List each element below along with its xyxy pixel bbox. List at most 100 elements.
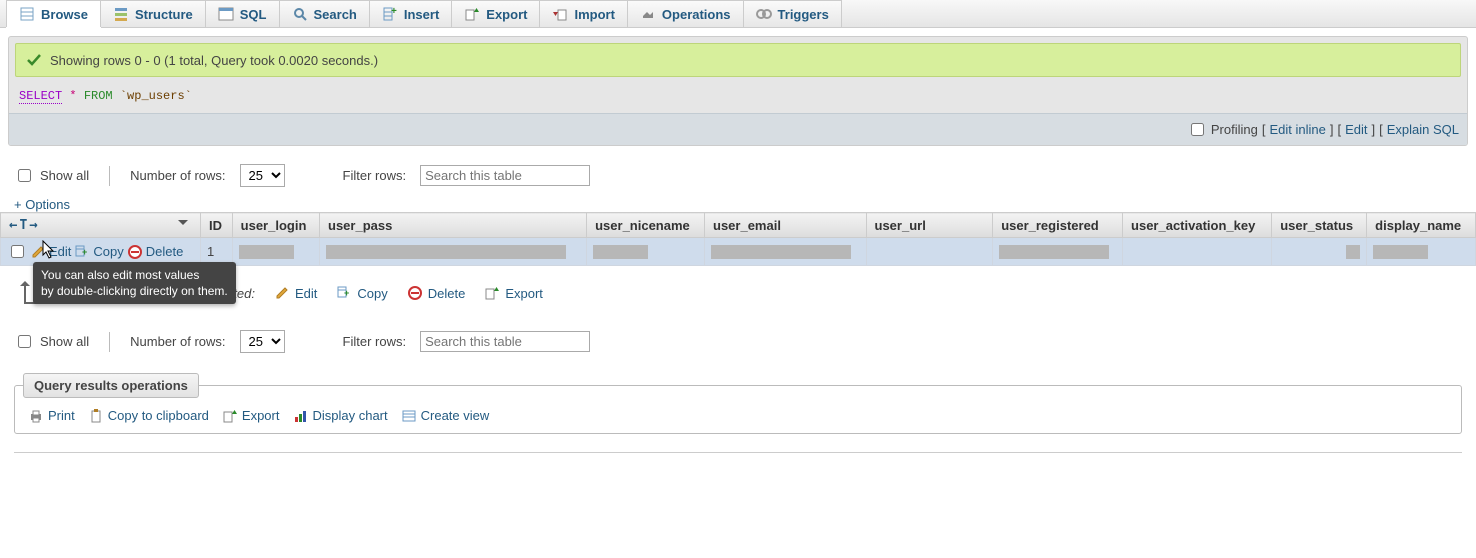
row-copy-link[interactable]: + Copy [75, 244, 123, 259]
insert-icon: + [382, 6, 398, 22]
cell-user_status[interactable] [1272, 238, 1367, 266]
top-tab-bar: Browse Structure SQL Search + Insert Exp… [0, 0, 1476, 28]
sort-indicator-icon[interactable] [178, 220, 188, 230]
bulk-export-link[interactable]: Export [485, 286, 543, 301]
view-icon [402, 409, 416, 423]
edit-inline-link[interactable]: Edit inline [1269, 122, 1325, 137]
row-copy-label: Copy [93, 244, 123, 259]
tooltip-line1: You can also edit most values [41, 268, 199, 282]
tab-operations[interactable]: Operations [627, 0, 744, 27]
show-all-toggle[interactable]: Show all [14, 166, 89, 185]
export-link[interactable]: Export [223, 408, 280, 423]
table-row[interactable]: Edit + Copy Delete [1, 238, 1476, 266]
export-icon [485, 286, 499, 300]
query-result-panel: Showing rows 0 - 0 (1 total, Query took … [8, 36, 1468, 146]
bottom-divider [14, 452, 1462, 453]
print-icon [29, 409, 43, 423]
cell-user_email[interactable] [705, 238, 867, 266]
show-all-checkbox[interactable] [18, 169, 31, 182]
bulk-delete-link[interactable]: Delete [408, 286, 466, 301]
tab-export[interactable]: Export [451, 0, 540, 27]
svg-text:+: + [82, 247, 87, 257]
bulk-copy-label: Copy [357, 286, 387, 301]
edit-link[interactable]: Edit [1345, 122, 1367, 137]
pencil-icon [275, 286, 289, 300]
browse-icon [19, 6, 35, 22]
num-rows-select[interactable]: 25 [240, 164, 285, 187]
tab-label: Browse [41, 7, 88, 22]
query-results-operations: Query results operations Print Copy to c… [14, 373, 1462, 434]
cell-user_nicename[interactable] [587, 238, 705, 266]
filter-rows-input-bottom[interactable] [420, 331, 590, 352]
profiling-label: Profiling [1211, 122, 1258, 137]
column-header-display_name[interactable]: display_name [1367, 213, 1476, 238]
options-toggle-link[interactable]: + Options [14, 197, 70, 212]
tab-import[interactable]: Import [539, 0, 627, 27]
tab-search[interactable]: Search [279, 0, 370, 27]
cell-user_registered[interactable] [993, 238, 1123, 266]
divider [109, 332, 110, 352]
profiling-checkbox[interactable] [1191, 123, 1204, 136]
display-chart-link[interactable]: Display chart [293, 408, 387, 423]
num-rows-select-bottom[interactable]: 25 [240, 330, 285, 353]
svg-text:+: + [391, 6, 397, 17]
print-label: Print [48, 408, 75, 423]
tab-insert[interactable]: + Insert [369, 0, 452, 27]
cell-user_activation_key[interactable] [1123, 238, 1272, 266]
filter-rows-input[interactable] [420, 165, 590, 186]
tab-browse[interactable]: Browse [6, 0, 101, 27]
filter-rows-label-bottom: Filter rows: [343, 334, 407, 349]
bulk-edit-link[interactable]: Edit [275, 286, 317, 301]
explain-sql-link[interactable]: Explain SQL [1387, 122, 1459, 137]
sql-star: * [69, 89, 76, 103]
show-all-toggle-bottom[interactable]: Show all [14, 332, 89, 351]
cell-user_login[interactable] [232, 238, 319, 266]
edit-tooltip: You can also edit most values by double-… [33, 262, 236, 304]
tab-label: Import [574, 7, 614, 22]
bulk-edit-label: Edit [295, 286, 317, 301]
column-header-user_registered[interactable]: user_registered [993, 213, 1123, 238]
copy-icon: + [75, 245, 89, 259]
profiling-toggle[interactable]: Profiling [1187, 120, 1258, 139]
column-header-user_pass[interactable]: user_pass [320, 213, 587, 238]
print-link[interactable]: Print [29, 408, 75, 423]
tab-label: Insert [404, 7, 439, 22]
tab-triggers[interactable]: Triggers [743, 0, 842, 27]
tab-sql[interactable]: SQL [205, 0, 280, 27]
cell-user_url[interactable] [866, 238, 993, 266]
column-header-user_url[interactable]: user_url [866, 213, 993, 238]
export-icon [464, 6, 480, 22]
create-view-link[interactable]: Create view [402, 408, 490, 423]
tab-label: Operations [662, 7, 731, 22]
triggers-icon [756, 6, 772, 22]
cell-display_name[interactable] [1367, 238, 1476, 266]
show-all-checkbox-bottom[interactable] [18, 335, 31, 348]
chart-icon [293, 409, 307, 423]
structure-icon [113, 6, 129, 22]
copy-icon: + [337, 286, 351, 300]
tooltip-line2: by double-clicking directly on them. [41, 284, 228, 298]
column-header-id[interactable]: ID [201, 213, 233, 238]
column-move-icon[interactable]: ←T→ [9, 217, 38, 233]
copy-clipboard-label: Copy to clipboard [108, 408, 209, 423]
sql-table-name: `wp_users` [120, 89, 192, 103]
cell-user_pass[interactable] [320, 238, 587, 266]
row-delete-link[interactable]: Delete [128, 244, 184, 259]
divider [109, 166, 110, 186]
sql-icon [218, 6, 234, 22]
row-select-checkbox[interactable] [11, 245, 24, 258]
column-header-user_status[interactable]: user_status [1272, 213, 1367, 238]
delete-icon [408, 286, 422, 300]
tab-label: SQL [240, 7, 267, 22]
column-header-user_nicename[interactable]: user_nicename [587, 213, 705, 238]
column-toggle-header[interactable]: ←T→ [1, 213, 201, 238]
num-rows-label-bottom: Number of rows: [130, 334, 225, 349]
tab-structure[interactable]: Structure [100, 0, 206, 27]
column-header-user_email[interactable]: user_email [705, 213, 867, 238]
column-header-user_login[interactable]: user_login [232, 213, 319, 238]
column-header-user_activation_key[interactable]: user_activation_key [1123, 213, 1272, 238]
results-table-wrap: ←T→ ID user_login user_pass user_nicenam… [0, 212, 1476, 272]
copy-clipboard-link[interactable]: Copy to clipboard [89, 408, 209, 423]
bulk-copy-link[interactable]: + Copy [337, 286, 387, 301]
bulk-export-label: Export [505, 286, 543, 301]
